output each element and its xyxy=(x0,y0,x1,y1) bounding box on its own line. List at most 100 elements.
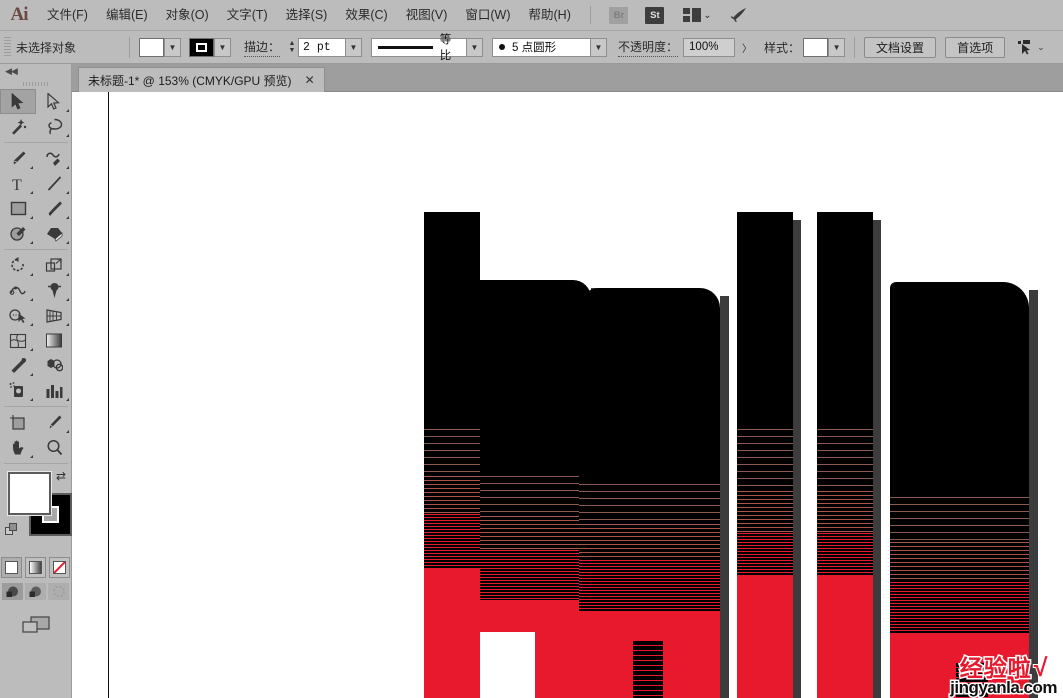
tool-group-indicator xyxy=(30,216,33,219)
direct-selection-tool[interactable] xyxy=(36,89,72,114)
rotate-tool[interactable] xyxy=(0,253,36,278)
control-bar-grip[interactable] xyxy=(4,37,11,57)
color-mode-none[interactable] xyxy=(49,557,70,578)
tool-group-indicator xyxy=(30,323,33,326)
stroke-weight-input[interactable]: 2 pt xyxy=(298,37,346,57)
swap-fill-stroke-icon[interactable]: ⇄ xyxy=(56,469,66,483)
stroke-profile-control[interactable]: 等比 ▼ xyxy=(371,34,484,62)
mesh-tool[interactable] xyxy=(0,328,36,353)
style-chevron-down-icon[interactable]: ▼ xyxy=(828,37,846,57)
collapse-toolbar-button[interactable]: ◀◀ xyxy=(0,64,71,78)
column-graph-tool[interactable] xyxy=(36,378,72,403)
opacity-input[interactable]: 100% xyxy=(683,37,736,57)
symbol-sprayer-icon xyxy=(9,382,23,397)
menu-help[interactable]: 帮助(H) xyxy=(520,0,580,31)
document-setup-button[interactable]: 文档设置 xyxy=(864,36,937,58)
width-tool[interactable] xyxy=(0,278,36,303)
toolbar-drag-handle[interactable] xyxy=(0,78,71,89)
menu-file[interactable]: 文件(F) xyxy=(38,0,97,31)
tool-group-indicator xyxy=(66,273,69,276)
draw-normal-mode[interactable] xyxy=(2,583,23,600)
fill-color-swatch[interactable] xyxy=(139,37,164,57)
shaper-icon xyxy=(9,227,25,241)
stroke-profile-chevron-down-icon[interactable]: ▼ xyxy=(466,37,484,57)
fill-dropdown-chevron-down-icon[interactable]: ▼ xyxy=(164,37,181,57)
paintbrush-tool[interactable] xyxy=(36,196,72,221)
selection-arrow-icon xyxy=(11,93,24,110)
opacity-control[interactable]: 100% 〉 xyxy=(683,37,752,57)
free-transform-tool[interactable] xyxy=(36,278,72,303)
curvature-pen-icon xyxy=(46,152,60,166)
menu-view[interactable]: 视图(V) xyxy=(397,0,457,31)
graphic-style-swatch[interactable] xyxy=(803,37,829,57)
eyedropper-tool[interactable] xyxy=(0,353,36,378)
color-mode-solid[interactable] xyxy=(1,557,22,578)
curvature-tool[interactable] xyxy=(36,146,72,171)
opacity-label[interactable]: 不透明度： xyxy=(618,38,679,57)
brush-definition-control[interactable]: 5 点圆形 ▼ xyxy=(492,37,608,57)
stroke-weight-chevron-down-icon[interactable]: ▼ xyxy=(345,37,363,57)
eraser-tool[interactable] xyxy=(36,221,72,246)
change-screen-mode[interactable] xyxy=(0,614,71,636)
stroke-weight-label[interactable]: 描边： xyxy=(244,38,281,57)
line-segment-tool[interactable] xyxy=(36,171,72,196)
draw-inside-icon xyxy=(52,585,65,598)
menu-edit[interactable]: 编辑(E) xyxy=(97,0,157,31)
fill-color-control[interactable]: ▼ xyxy=(139,37,181,57)
menu-object[interactable]: 对象(O) xyxy=(157,0,218,31)
shaper-tool[interactable] xyxy=(0,221,36,246)
gradient-tool[interactable] xyxy=(36,328,72,353)
tool-group-indicator xyxy=(66,323,69,326)
menu-select[interactable]: 选择(S) xyxy=(277,0,337,31)
stroke-color-control[interactable]: ▼ xyxy=(189,37,231,57)
opacity-expand-icon[interactable]: 〉 xyxy=(742,40,752,55)
perspective-grid-tool[interactable] xyxy=(36,303,72,328)
default-fill-stroke-icon[interactable] xyxy=(5,523,19,536)
align-control[interactable]: ⌄ xyxy=(1017,39,1045,55)
graphic-style-control[interactable]: ▼ xyxy=(803,37,846,57)
type-tool[interactable]: T xyxy=(0,171,36,196)
blend-tool[interactable] xyxy=(36,353,72,378)
selection-tool[interactable] xyxy=(0,89,36,114)
tool-group-indicator xyxy=(66,398,69,401)
rectangle-tool[interactable] xyxy=(0,196,36,221)
draw-behind-mode[interactable] xyxy=(25,583,46,600)
stroke-weight-control[interactable]: ▲ ▼ 2 pt ▼ xyxy=(286,37,363,57)
menu-effect[interactable]: 效果(C) xyxy=(336,0,396,31)
bridge-button[interactable]: Br xyxy=(608,6,630,24)
artwork-hello-blend[interactable]: 经验啦√ jingyanla.com xyxy=(72,92,1063,698)
fill-swatch[interactable] xyxy=(8,472,51,515)
rocket-button[interactable] xyxy=(728,6,750,24)
magic-wand-tool[interactable] xyxy=(0,114,36,139)
close-icon[interactable]: ✕ xyxy=(305,73,315,87)
style-label: 样式： xyxy=(764,40,801,55)
symbol-sprayer-tool[interactable] xyxy=(0,378,36,403)
scale-tool[interactable] xyxy=(36,253,72,278)
stroke-weight-stepper[interactable]: ▲ ▼ xyxy=(286,37,298,57)
document-tab-bar: 未标题-1* @ 153% (CMYK/GPU 预览) ✕ xyxy=(72,64,1063,92)
preferences-button[interactable]: 首选项 xyxy=(945,36,1006,58)
shape-builder-tool[interactable] xyxy=(0,303,36,328)
stock-button[interactable]: St xyxy=(644,6,666,24)
zoom-tool[interactable] xyxy=(36,435,72,460)
lasso-tool[interactable] xyxy=(36,114,72,139)
document-tab[interactable]: 未标题-1* @ 153% (CMYK/GPU 预览) ✕ xyxy=(78,67,325,92)
scale-icon xyxy=(45,258,62,272)
slice-tool[interactable] xyxy=(36,410,72,435)
canvas-area[interactable]: 经验啦√ jingyanla.com xyxy=(72,92,1063,698)
draw-inside-mode[interactable] xyxy=(48,583,69,600)
artboard-tool[interactable] xyxy=(0,410,36,435)
stroke-profile-field[interactable]: 等比 xyxy=(371,34,467,62)
arrange-documents-button[interactable]: ⌄ xyxy=(680,6,714,24)
brush-chevron-down-icon[interactable]: ▼ xyxy=(590,37,608,57)
brush-definition-field[interactable]: 5 点圆形 xyxy=(492,37,591,57)
menu-window[interactable]: 窗口(W) xyxy=(456,0,519,31)
stroke-color-swatch[interactable] xyxy=(189,37,214,57)
pen-tool[interactable] xyxy=(0,146,36,171)
menu-type[interactable]: 文字(T) xyxy=(218,0,277,31)
stroke-dropdown-chevron-down-icon[interactable]: ▼ xyxy=(214,37,231,57)
hand-tool[interactable] xyxy=(0,435,36,460)
align-chevron-down-icon[interactable]: ⌄ xyxy=(1037,42,1045,53)
stock-icon: St xyxy=(645,6,665,24)
color-mode-gradient[interactable] xyxy=(25,557,46,578)
